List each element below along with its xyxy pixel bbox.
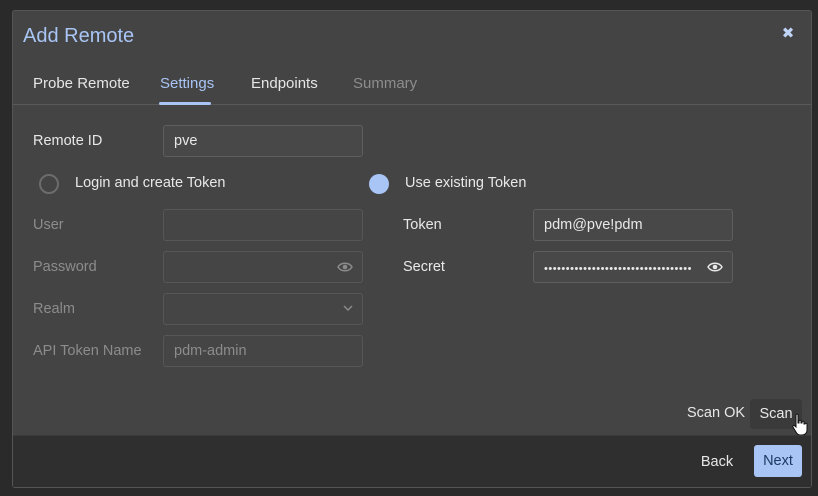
token-input[interactable]: pdm@pve!pdm [533,209,733,241]
secret-label: Secret [403,259,445,275]
user-label: User [33,217,64,233]
secret-value: •••••••••••••••••••••••••••••••••• [544,263,692,275]
tab-endpoints[interactable]: Endpoints [251,75,318,92]
add-remote-dialog: Add Remote ✖ Probe Remote Settings Endpo… [12,10,812,488]
close-icon[interactable]: ✖ [779,25,797,43]
hand-pointer-icon [792,413,808,436]
tab-summary: Summary [353,75,418,92]
dialog-footer: Back Next [13,435,811,487]
active-tab-indicator [159,102,211,105]
remote-id-label: Remote ID [33,133,103,149]
radio-use-existing-token[interactable] [369,174,389,194]
tab-probe-remote[interactable]: Probe Remote [33,75,130,92]
eye-icon [337,262,353,272]
radio-login-create-token-label: Login and create Token [75,175,226,191]
api-token-name-input: pdm-admin [163,335,363,367]
password-label: Password [33,259,97,275]
chevron-down-icon [343,305,353,311]
tab-settings[interactable]: Settings [160,75,214,92]
password-input [163,251,363,283]
radio-use-existing-token-label: Use existing Token [405,175,527,191]
eye-icon[interactable] [707,261,723,273]
secret-input[interactable]: •••••••••••••••••••••••••••••••••• [533,251,733,283]
scan-status: Scan OK [687,405,746,421]
dialog-titlebar: Add Remote ✖ [13,11,811,61]
token-label: Token [403,217,442,233]
tab-bar: Probe Remote Settings Endpoints Summary [13,67,811,105]
dialog-title: Add Remote [23,25,135,47]
user-input [163,209,363,241]
realm-select [163,293,363,325]
next-button[interactable]: Next [754,445,802,477]
radio-login-create-token[interactable] [39,174,59,194]
api-token-name-label: API Token Name [33,343,142,359]
remote-id-input[interactable]: pve [163,125,363,157]
realm-label: Realm [33,301,75,317]
back-button[interactable]: Back [696,447,738,477]
